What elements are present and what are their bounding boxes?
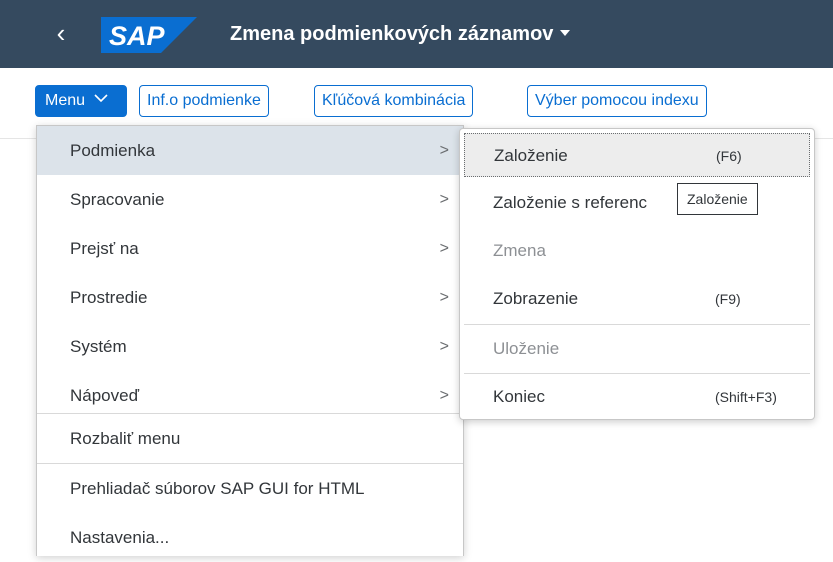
index-selection-button[interactable]: Výber pomocou indexu [527, 85, 707, 117]
submenu-item-label: Založenie s referenc [493, 193, 648, 212]
shortcut-text: (Shift+F3) [715, 389, 777, 405]
menu-item-system[interactable]: Systém > [37, 322, 463, 371]
back-button[interactable]: ‹ [46, 18, 76, 50]
chevron-right-icon: > [439, 289, 449, 306]
shortcut-text: (F9) [715, 291, 741, 307]
menu-item-file-browser[interactable]: Prehliadač súborov SAP GUI for HTML [37, 464, 463, 513]
chevron-right-icon: > [439, 338, 449, 355]
menu-button[interactable]: Menu [35, 85, 127, 117]
submenu-item-zalozenie-s-referenciou[interactable]: Založenie s referenc [460, 179, 814, 227]
menu-item-nastavenia[interactable]: Nastavenia... [37, 513, 463, 562]
chevron-down-icon [94, 84, 109, 114]
sap-logo[interactable]: SAP [101, 17, 197, 53]
condition-info-button[interactable]: Inf.o podmienke [139, 85, 269, 117]
chevron-right-icon: > [439, 240, 449, 257]
menu-item-prejst-na[interactable]: Prejsť na > [37, 224, 463, 273]
shell-bar: ‹ SAP Zmena podmienkových záznamov [0, 0, 833, 68]
menu-item-label: Prostredie [70, 288, 148, 307]
menu-item-label: Podmienka [70, 141, 156, 160]
menu-item-label: Nastavenia... [70, 528, 170, 547]
submenu-item-ulozenie: Uloženie [460, 325, 814, 373]
submenu-item-label: Založenie [494, 146, 568, 165]
caret-down-icon [560, 29, 571, 36]
menu-item-label: Spracovanie [70, 190, 165, 209]
key-combination-button[interactable]: Kľúčová kombinácia [314, 85, 474, 117]
chevron-right-icon: > [439, 142, 449, 159]
menu-item-prostredie[interactable]: Prostredie > [37, 273, 463, 322]
menu-item-spracovanie[interactable]: Spracovanie > [37, 175, 463, 224]
submenu-item-zobrazenie[interactable]: Zobrazenie (F9) [460, 275, 814, 323]
page-title-text: Zmena podmienkových záznamov [230, 23, 554, 45]
sap-logo-text: SAP [109, 21, 166, 51]
menu-item-podmienka[interactable]: Podmienka > [37, 126, 463, 175]
submenu-item-label: Zmena [493, 241, 546, 260]
menu-button-label: Menu [45, 92, 86, 110]
tooltip: Založenie [677, 183, 758, 215]
submenu-item-koniec[interactable]: Koniec (Shift+F3) [460, 373, 814, 421]
shortcut-text: (F6) [716, 148, 742, 164]
submenu-item-label: Zobrazenie [493, 289, 579, 308]
menu-item-label: Systém [70, 337, 127, 356]
menu-item-label: Prejsť na [70, 239, 139, 258]
submenu-podmienka: Založenie (F6) Založenie s referenc Zmen… [459, 128, 815, 420]
sap-logo-icon: SAP [101, 17, 197, 53]
chevron-left-icon: ‹ [56, 18, 66, 48]
submenu-item-zalozenie[interactable]: Založenie (F6) [464, 133, 810, 177]
submenu-item-label: Koniec [493, 387, 545, 406]
main-menu: Podmienka > Spracovanie > Prejsť na > Pr… [36, 125, 464, 556]
page-title[interactable]: Zmena podmienkových záznamov [230, 18, 571, 50]
menu-item-label: Rozbaliť menu [70, 429, 181, 448]
menu-item-label: Prehliadač súborov SAP GUI for HTML [70, 479, 365, 498]
submenu-item-zmena: Zmena [460, 227, 814, 275]
submenu-item-label: Uloženie [493, 339, 560, 358]
menu-item-label: Nápoveď [70, 386, 140, 405]
chevron-right-icon: > [439, 191, 449, 208]
menu-item-rozbalit-menu[interactable]: Rozbaliť menu [37, 414, 463, 463]
